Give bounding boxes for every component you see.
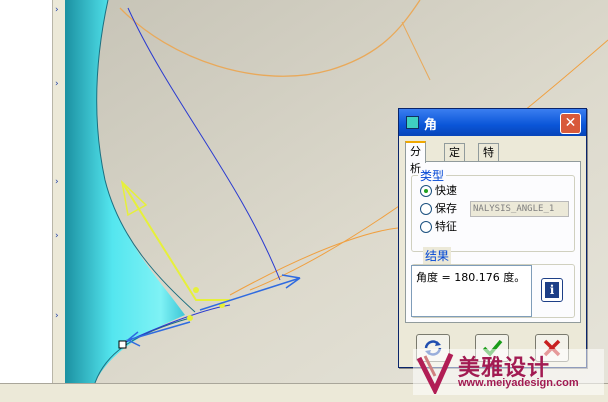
radio-feature[interactable]: 特征: [420, 220, 457, 234]
model-tree-panel[interactable]: [0, 0, 53, 383]
radio-quick-label: 快速: [435, 184, 457, 197]
tab-feature[interactable]: 特征: [478, 143, 499, 176]
dialog-titlebar[interactable]: 角 ✕: [399, 109, 586, 136]
chevron-right-icon[interactable]: ›: [55, 312, 59, 321]
result-group-label: 结果: [423, 247, 452, 264]
radio-save-label: 保存: [435, 202, 457, 215]
chevron-right-icon[interactable]: ›: [55, 6, 59, 15]
info-icon: i: [545, 282, 559, 298]
radio-button-icon[interactable]: [420, 203, 432, 215]
tab-analysis[interactable]: 分析: [405, 141, 426, 175]
window-icon: [406, 116, 419, 129]
result-text: 角度 = 180.176 度。: [411, 265, 532, 317]
watermark: 美雅设计 www.meiyadesign.com: [413, 349, 604, 395]
chevron-right-icon[interactable]: ›: [55, 232, 59, 241]
panel-splitter[interactable]: › › › › ›: [52, 0, 65, 383]
chevron-right-icon[interactable]: ›: [55, 178, 59, 187]
info-button[interactable]: i: [541, 278, 563, 302]
radio-quick[interactable]: 快速: [420, 184, 457, 198]
save-name-field[interactable]: NALYSIS_ANGLE_1: [470, 201, 569, 217]
chevron-right-icon[interactable]: ›: [55, 80, 59, 89]
dialog-title: 角: [424, 118, 438, 133]
radio-button-icon[interactable]: [420, 185, 432, 197]
radio-button-icon[interactable]: [420, 221, 432, 233]
watermark-url: www.meiyadesign.com: [458, 377, 579, 389]
radio-feature-label: 特征: [435, 220, 457, 233]
angle-dialog: 角 ✕ 分析 定义 特征 类型 快速 保存 特征 NALYSIS_ANGLE_1…: [398, 108, 587, 368]
type-group-label: 类型: [418, 167, 447, 184]
close-button[interactable]: ✕: [560, 113, 581, 134]
tab-definition[interactable]: 定义: [444, 143, 465, 176]
radio-save[interactable]: 保存: [420, 202, 457, 216]
logo-icon: [416, 352, 454, 394]
